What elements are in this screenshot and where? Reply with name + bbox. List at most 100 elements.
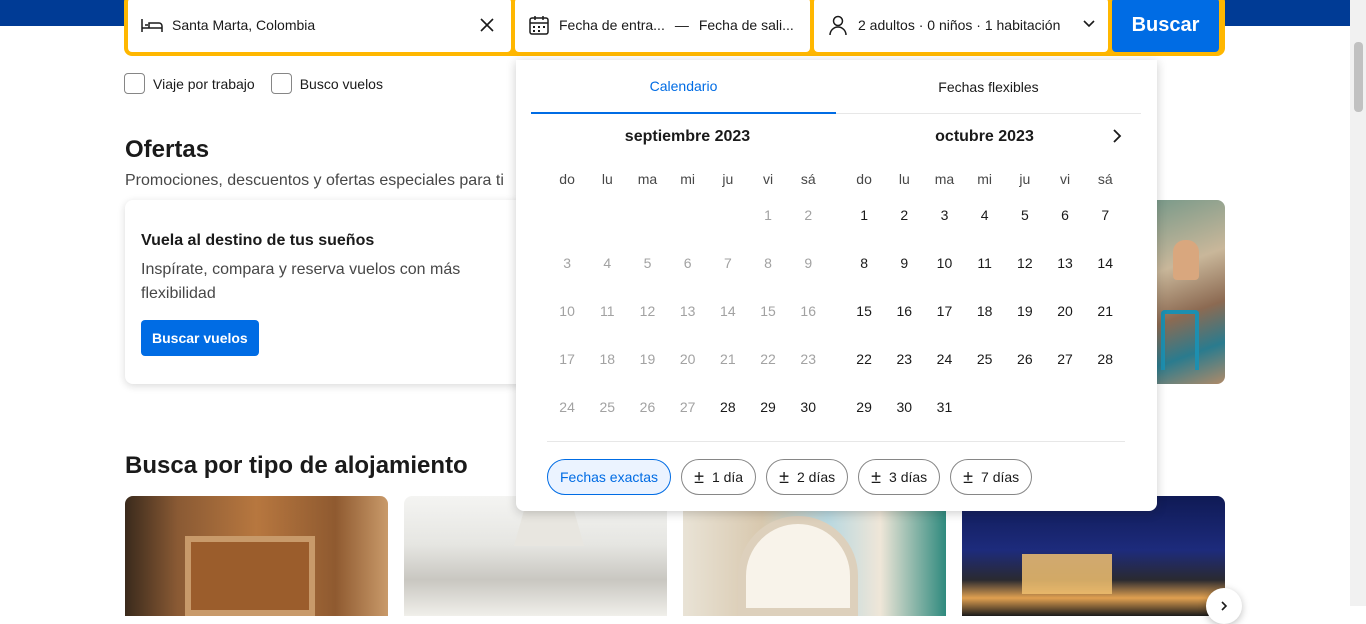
day-cell[interactable]: 6: [1045, 191, 1085, 239]
day-cell: 1: [764, 207, 772, 223]
day-cell[interactable]: 20: [1045, 287, 1085, 335]
flights-checkbox[interactable]: Busco vuelos: [270, 73, 383, 94]
day-cell[interactable]: 15: [844, 287, 884, 335]
day-cell[interactable]: 9: [884, 239, 924, 287]
dates-separator: —: [674, 17, 689, 33]
flex-days-chip[interactable]: ±1 día: [681, 459, 757, 495]
day-cell[interactable]: 7: [1085, 191, 1125, 239]
day-cell[interactable]: 14: [1085, 239, 1125, 287]
day-cell[interactable]: 28: [1085, 335, 1125, 383]
offer-image[interactable]: [1155, 200, 1225, 384]
day-cell[interactable]: 21: [1085, 287, 1125, 335]
day-cell: 3: [563, 255, 571, 271]
property-type-card[interactable]: [404, 496, 667, 616]
scrollbar-thumb[interactable]: [1354, 42, 1363, 112]
day-cell[interactable]: 17: [924, 287, 964, 335]
exact-dates-chip[interactable]: Fechas exactas: [547, 459, 672, 495]
property-type-card[interactable]: [125, 496, 388, 616]
day-cell: 7: [723, 255, 732, 271]
day-cell[interactable]: 27: [1045, 335, 1085, 383]
day-cell[interactable]: 26: [1005, 335, 1045, 383]
search-options: Viaje por trabajo Busco vuelos: [124, 73, 383, 94]
tab-flexible-dates[interactable]: Fechas flexibles: [836, 60, 1141, 114]
checkbox-box[interactable]: [124, 73, 145, 94]
day-cell: 14: [720, 303, 736, 319]
day-cell: 13: [679, 303, 696, 319]
flex-days-chip[interactable]: ±2 días: [766, 459, 849, 495]
checkout-placeholder: Fecha de sali...: [698, 17, 794, 33]
chip-label: Fechas exactas: [560, 469, 659, 485]
weekday-label: lu: [898, 171, 910, 187]
dates-field[interactable]: Fecha de entra... — Fecha de sali...: [515, 0, 810, 52]
chevron-down-icon: [1082, 16, 1096, 33]
weekday-label: ju: [722, 171, 734, 187]
day-cell[interactable]: 29: [844, 383, 884, 431]
offer-image-person: [1173, 240, 1199, 280]
search-flights-button[interactable]: Buscar vuelos: [141, 320, 259, 356]
month-october: octubre 2023 do lu ma mi ju vi sá 1 2 3 4 5 6 7 8 9 10 1…: [844, 128, 1125, 431]
weekday-label: vi: [1059, 171, 1071, 187]
work-trip-checkbox[interactable]: Viaje por trabajo: [124, 73, 255, 94]
tab-calendar[interactable]: Calendario: [531, 60, 836, 114]
day-cell: 4: [603, 255, 612, 271]
day-cell: 20: [679, 351, 696, 367]
day-cell[interactable]: 10: [924, 239, 964, 287]
day-cell[interactable]: 29: [748, 383, 788, 431]
day-cell[interactable]: 30: [788, 383, 828, 431]
day-cell[interactable]: 19: [1005, 287, 1045, 335]
chip-label: 2 días: [796, 469, 836, 485]
day-cell: 22: [760, 351, 776, 367]
destination-field[interactable]: Santa Marta, Colombia: [128, 0, 511, 52]
plus-minus-icon: ±: [694, 467, 704, 487]
offers-title: Ofertas: [125, 136, 210, 163]
date-picker: Calendario Fechas flexibles septiembre 20…: [516, 60, 1157, 511]
day-cell: 19: [639, 351, 656, 367]
carousel-next-button[interactable]: [1206, 588, 1242, 624]
day-cell[interactable]: 8: [844, 239, 884, 287]
plus-minus-icon: ±: [871, 467, 882, 487]
chevron-right-icon: [1112, 128, 1122, 148]
day-cell[interactable]: 30: [884, 383, 924, 431]
guests-field[interactable]: 2 adultos · 0 niños · 1 habitación: [814, 0, 1108, 52]
day-cell[interactable]: 13: [1045, 239, 1085, 287]
day-cell[interactable]: 5: [1005, 191, 1045, 239]
day-cell[interactable]: 18: [965, 287, 1005, 335]
plus-minus-icon: ±: [779, 467, 789, 487]
day-cell[interactable]: 28: [708, 383, 748, 431]
close-icon[interactable]: [477, 15, 497, 35]
property-type-card[interactable]: [962, 496, 1225, 616]
day-cell[interactable]: 3: [924, 191, 964, 239]
day-cell[interactable]: 16: [884, 287, 924, 335]
property-type-card[interactable]: [683, 496, 946, 616]
day-cell[interactable]: 11: [965, 239, 1005, 287]
day-grid: 1 2 3 4 5 6 7 8 9 10 11 12 13 14 15 16 17 18 19 20 21 22 23 24 2…: [547, 191, 828, 431]
flex-days-chip[interactable]: ±3 días: [858, 459, 941, 495]
plus-minus-icon: ±: [963, 467, 974, 487]
day-cell[interactable]: 25: [965, 335, 1005, 383]
property-image: [185, 536, 315, 616]
day-cell[interactable]: 23: [884, 335, 924, 383]
day-cell: 12: [639, 303, 656, 319]
day-cell[interactable]: 22: [844, 335, 884, 383]
page-scrollbar[interactable]: [1350, 0, 1366, 606]
month-september: septiembre 2023 do lu ma mi ju vi sá 123456789…: [547, 128, 828, 431]
checkbox-box[interactable]: [270, 73, 292, 94]
calendar-icon: [527, 13, 551, 37]
flex-days-chip[interactable]: ±7 días: [950, 459, 1033, 495]
weekday-label: ma: [934, 171, 955, 187]
day-cell: 16: [800, 303, 816, 319]
search-button[interactable]: Buscar: [1112, 0, 1219, 52]
destination-value: Santa Marta, Colombia: [172, 17, 316, 33]
property-image: [738, 516, 858, 616]
day-cell[interactable]: 12: [1005, 239, 1045, 287]
day-cell[interactable]: 4: [965, 191, 1005, 239]
day-cell[interactable]: 1: [844, 191, 884, 239]
day-cell[interactable]: 2: [884, 191, 924, 239]
weekday-label: ju: [1019, 171, 1031, 187]
day-cell[interactable]: 31: [924, 383, 964, 431]
next-month-button[interactable]: [1109, 128, 1125, 148]
weekday-label: do: [559, 171, 575, 187]
day-cell: 24: [559, 399, 575, 415]
chip-label: 1 día: [711, 469, 744, 485]
day-cell[interactable]: 24: [924, 335, 964, 383]
